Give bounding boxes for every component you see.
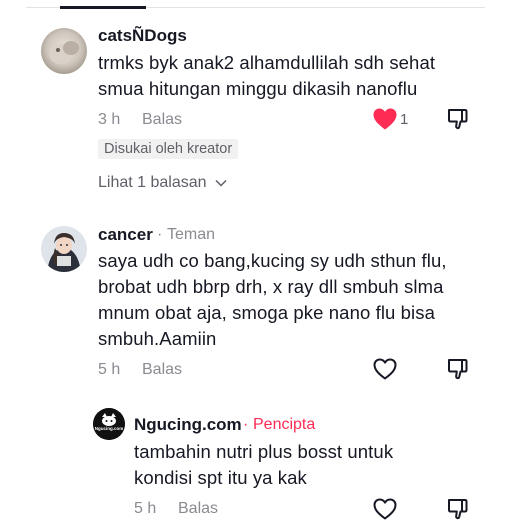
comment-time: 3 h — [98, 111, 121, 128]
heart-outline-icon[interactable] — [372, 357, 398, 381]
like-count: 1 — [400, 111, 409, 128]
dislike-icon[interactable] — [446, 107, 470, 131]
reply-button[interactable]: Balas — [142, 361, 182, 379]
creator-tag: Pencipta — [253, 416, 316, 433]
chevron-down-icon — [215, 179, 227, 187]
username[interactable]: cancer — [98, 225, 153, 245]
friend-tag: Teman — [167, 226, 216, 243]
active-tab-indicator — [60, 6, 146, 9]
separator-dot: · — [157, 226, 163, 243]
heart-outline-icon[interactable] — [372, 497, 398, 521]
comment-text-line: smua hitungan minggu dikasih nanoflu — [98, 78, 418, 99]
username[interactable]: catsÑDogs — [98, 26, 187, 46]
separator-dot: · — [243, 416, 249, 433]
comment-text-line: tambahin nutri plus bosst untuk — [134, 441, 394, 462]
comment-text-line: brobat udh bbrp drh, x ray dll smbuh slm… — [98, 276, 444, 297]
dislike-icon[interactable] — [446, 497, 470, 521]
heart-filled-icon[interactable] — [372, 107, 398, 131]
comment-text-line: mnum obat aja, smoga pke nano flu bisa — [98, 302, 435, 323]
dislike-icon[interactable] — [446, 357, 470, 381]
comment-text-line: smbuh.Aamiin — [98, 328, 217, 349]
avatar-logo-text: Ngucing.com — [94, 426, 124, 431]
comment-time: 5 h — [134, 500, 157, 517]
comment-text-line: saya udh co bang,kucing sy udh sthun flu… — [98, 250, 447, 271]
comment-time: 5 h — [98, 361, 121, 378]
view-replies-label: Lihat 1 balasan — [98, 174, 207, 191]
top-tab-bar — [26, 6, 485, 9]
view-replies-button[interactable]: Lihat 1 balasan — [98, 174, 227, 192]
username[interactable]: Ngucing.com — [134, 415, 242, 435]
reply-button[interactable]: Balas — [178, 500, 218, 518]
creator-avatar[interactable]: Ngucing.com — [93, 408, 125, 440]
reply-button[interactable]: Balas — [142, 111, 182, 129]
avatar[interactable] — [41, 28, 87, 74]
comment-text-line: kondisi spt itu ya kak — [134, 467, 307, 488]
comment-text-line: trmks byk anak2 alhamdullilah sdh sehat — [98, 52, 436, 73]
liked-by-creator-badge: Disukai oleh kreator — [98, 139, 239, 159]
avatar[interactable] — [41, 226, 87, 272]
